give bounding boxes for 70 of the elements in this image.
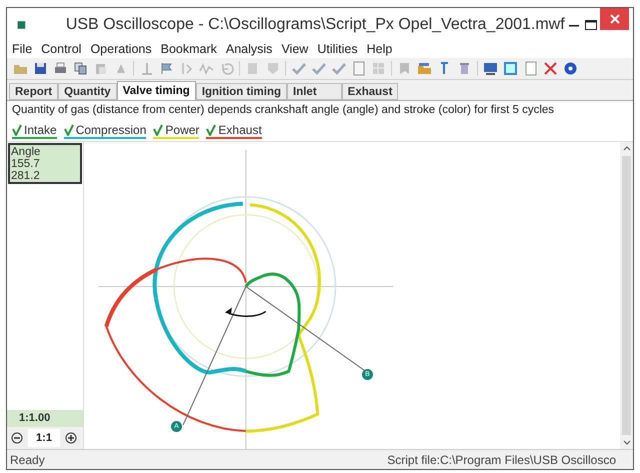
- checkmark-icon: [153, 124, 164, 136]
- toolbar-button[interactable]: [72, 60, 89, 77]
- toolbar-button[interactable]: [482, 60, 499, 77]
- wave-icon: [199, 61, 214, 76]
- description-text: Quantity of gas (distance from center) depends crankshaft angle (angle) and stroke (color) for first 5 cycles: [11, 103, 556, 118]
- rotation-arrow-icon: [224, 307, 266, 317]
- readout-label: Angle: [11, 146, 42, 158]
- document-icon: [523, 61, 538, 76]
- exhaust-curve-thick: [104, 268, 158, 328]
- close-icon: [610, 14, 620, 24]
- toolbar-button[interactable]: [562, 60, 579, 77]
- marker-icon: [265, 61, 280, 76]
- legend-checkbox[interactable]: Intake: [12, 123, 57, 139]
- toolbar-button[interactable]: [32, 60, 49, 77]
- plus-icon: [65, 432, 77, 444]
- toolbar-button[interactable]: [416, 60, 433, 77]
- bookmark-icon: [397, 61, 412, 76]
- tab[interactable]: Report: [9, 83, 58, 100]
- status-text: Ready: [10, 452, 45, 468]
- check-icon: [311, 61, 326, 76]
- menu-item[interactable]: Operations: [90, 40, 152, 59]
- display-icon: [483, 61, 498, 76]
- checkmark-icon: [12, 124, 22, 136]
- image-icon: [503, 61, 518, 76]
- zoom-field[interactable]: 1:1: [28, 429, 60, 447]
- folder-icon: [417, 61, 432, 76]
- save-icon: [33, 61, 48, 76]
- maximize-icon: [585, 20, 598, 30]
- scrollbar[interactable]: [620, 142, 633, 449]
- legend-checkbox[interactable]: Compression: [64, 123, 146, 139]
- tab[interactable]: Exhaust: [342, 83, 398, 100]
- legend-checkbox[interactable]: Power: [153, 123, 200, 139]
- menu-item[interactable]: Analysis: [226, 40, 272, 59]
- printer-icon: [53, 61, 68, 76]
- menu-item[interactable]: Help: [366, 40, 392, 59]
- status-text: Script file:C:\Program Files\USB Oscillosco: [387, 452, 617, 468]
- checkmark-icon: [206, 124, 216, 136]
- tab[interactable]: Ignition timing: [196, 83, 288, 100]
- menu-item[interactable]: View: [281, 40, 308, 59]
- tab[interactable]: Valve timing: [116, 81, 196, 101]
- cross-icon: [543, 61, 558, 76]
- readout-value: 155.7: [11, 158, 41, 170]
- legend-checkbox[interactable]: Exhaust: [206, 123, 262, 139]
- tab[interactable]: Inlet: [287, 83, 342, 100]
- menu-item[interactable]: Bookmark: [160, 40, 217, 59]
- minus-icon: [11, 432, 23, 444]
- checkmark-icon: [64, 124, 74, 136]
- scale-label: 1:1.00: [7, 410, 83, 427]
- copy-icon: [73, 61, 88, 76]
- grid-icon: [371, 61, 386, 76]
- menu-item[interactable]: Control: [41, 40, 82, 59]
- close-button[interactable]: [600, 8, 629, 30]
- help-icon: [563, 61, 578, 76]
- flag-icon: [159, 61, 174, 76]
- readout-value: 281.2: [11, 170, 41, 182]
- trash-icon: [457, 61, 472, 76]
- menu-item[interactable]: File: [12, 40, 32, 59]
- toolbar-button[interactable]: [502, 60, 519, 77]
- toolbar-button[interactable]: [542, 60, 559, 77]
- window-title: USB Oscilloscope - C:\Oscillograms\Script_Px Opel_Vectra_2001.mwf: [66, 14, 565, 34]
- cursor-line-icon: [139, 61, 154, 76]
- page-icon: [351, 61, 366, 76]
- paste-icon: [93, 61, 108, 76]
- scroll-down-icon: [622, 440, 630, 446]
- menu-item[interactable]: Utilities: [317, 40, 358, 59]
- page-icon: [245, 61, 260, 76]
- tab[interactable]: Quantity: [58, 83, 117, 100]
- check-icon: [291, 61, 306, 76]
- scroll-up-icon: [622, 145, 630, 151]
- check-icon: [331, 61, 346, 76]
